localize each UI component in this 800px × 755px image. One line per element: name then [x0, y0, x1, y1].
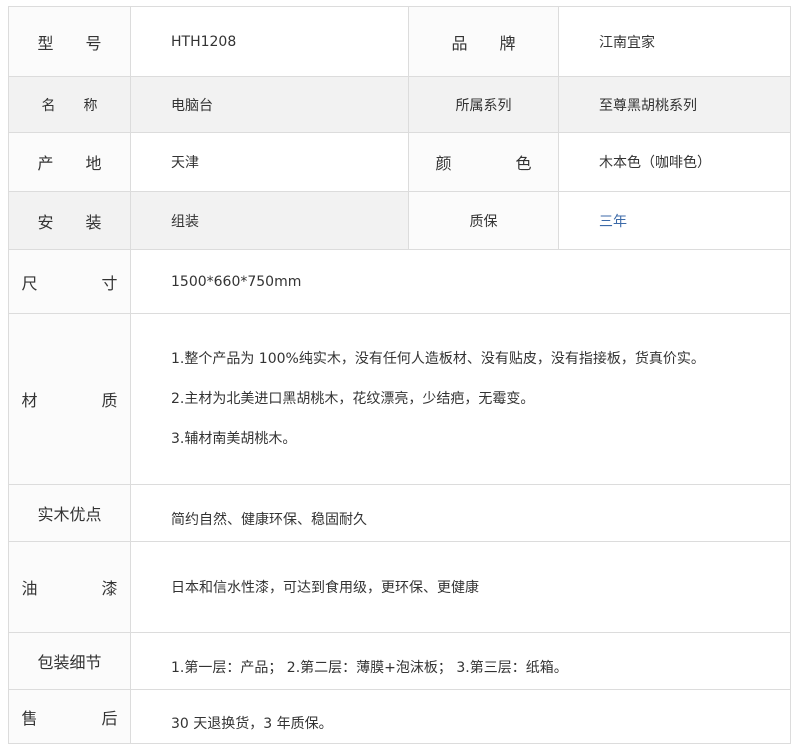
value-paint: 日本和信水性漆，可达到食用级，更环保、更健康: [130, 541, 791, 633]
spec-row-install: 安 装 组装 质保 三年: [8, 191, 791, 250]
spec-row-name: 名 称 电脑台 所属系列 至尊黑胡桃系列: [8, 76, 791, 133]
material-line-2: 2.主材为北美进口黑胡桃木，花纹漂亮，少结疤，无霉变。: [171, 391, 535, 407]
spec-row-model: 型 号 HTH1208 品 牌 江南宜家: [8, 6, 791, 77]
label-packaging: 包装细节: [8, 632, 131, 690]
material-line-1: 1.整个产品为 100%纯实木，没有任何人造板材、没有贴皮，没有指接板，货真价实…: [171, 351, 705, 367]
label-origin: 产 地: [8, 132, 131, 192]
spec-row-aftersale: 售 后 30 天退换货，3 年质保。: [8, 689, 791, 744]
value-install: 组装: [130, 191, 409, 250]
spec-row-paint: 油 漆 日本和信水性漆，可达到食用级，更环保、更健康: [8, 541, 791, 633]
label-brand: 品 牌: [408, 6, 559, 77]
label-size: 尺 寸: [8, 249, 131, 314]
label-color: 颜 色: [408, 132, 559, 192]
value-warranty: 三年: [558, 191, 791, 250]
value-material: 1.整个产品为 100%纯实木，没有任何人造板材、没有贴皮，没有指接板，货真价实…: [130, 313, 791, 485]
value-color: 木本色（咖啡色）: [558, 132, 791, 192]
value-brand: 江南宜家: [558, 6, 791, 77]
spec-row-size: 尺 寸 1500*660*750mm: [8, 249, 791, 314]
spec-row-advantages: 实木优点 简约自然、健康环保、稳固耐久: [8, 484, 791, 542]
label-aftersale: 售 后: [8, 689, 131, 744]
value-size: 1500*660*750mm: [130, 249, 791, 314]
value-series: 至尊黑胡桃系列: [558, 76, 791, 133]
spec-row-origin: 产 地 天津 颜 色 木本色（咖啡色）: [8, 132, 791, 192]
label-install: 安 装: [8, 191, 131, 250]
value-name: 电脑台: [130, 76, 409, 133]
value-origin: 天津: [130, 132, 409, 192]
label-model: 型 号: [8, 6, 131, 77]
value-advantages: 简约自然、健康环保、稳固耐久: [130, 484, 791, 542]
value-aftersale: 30 天退换货，3 年质保。: [130, 689, 791, 744]
label-series: 所属系列: [408, 76, 559, 133]
label-advantages: 实木优点: [8, 484, 131, 542]
value-packaging: 1.第一层：产品； 2.第二层：薄膜+泡沫板； 3.第三层：纸箱。: [130, 632, 791, 690]
value-model: HTH1208: [130, 6, 409, 77]
label-name: 名 称: [8, 76, 131, 133]
label-warranty: 质保: [408, 191, 559, 250]
label-paint: 油 漆: [8, 541, 131, 633]
material-line-3: 3.辅材南美胡桃木。: [171, 431, 297, 447]
spec-row-packaging: 包装细节 1.第一层：产品； 2.第二层：薄膜+泡沫板； 3.第三层：纸箱。: [8, 632, 791, 690]
product-spec-table: 型 号 HTH1208 品 牌 江南宜家 名 称 电脑台 所属系列 至尊黑胡桃系…: [8, 6, 791, 744]
spec-row-material: 材 质 1.整个产品为 100%纯实木，没有任何人造板材、没有贴皮，没有指接板，…: [8, 313, 791, 485]
label-material: 材 质: [8, 313, 131, 485]
